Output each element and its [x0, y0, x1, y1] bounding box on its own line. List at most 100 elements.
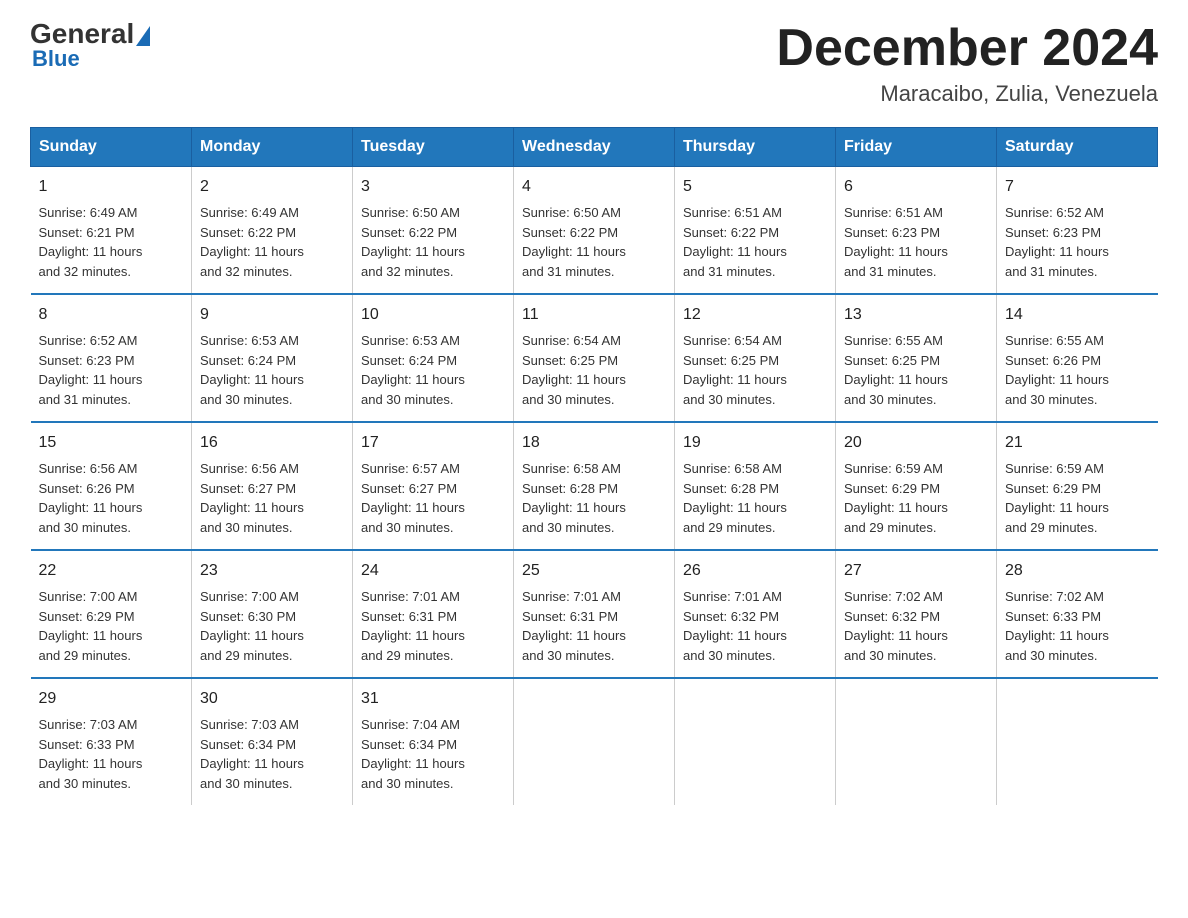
column-header-monday: Monday — [192, 128, 353, 167]
day-cell: 5 Sunrise: 6:51 AMSunset: 6:22 PMDayligh… — [675, 167, 836, 295]
day-info: Sunrise: 7:02 AMSunset: 6:33 PMDaylight:… — [1005, 589, 1109, 663]
day-cell: 20 Sunrise: 6:59 AMSunset: 6:29 PMDaylig… — [836, 422, 997, 550]
day-number: 16 — [200, 431, 344, 455]
day-cell: 8 Sunrise: 6:52 AMSunset: 6:23 PMDayligh… — [31, 294, 192, 422]
day-number: 8 — [39, 303, 184, 327]
day-number: 5 — [683, 175, 827, 199]
day-cell: 4 Sunrise: 6:50 AMSunset: 6:22 PMDayligh… — [514, 167, 675, 295]
day-cell: 22 Sunrise: 7:00 AMSunset: 6:29 PMDaylig… — [31, 550, 192, 678]
column-header-friday: Friday — [836, 128, 997, 167]
day-cell: 17 Sunrise: 6:57 AMSunset: 6:27 PMDaylig… — [353, 422, 514, 550]
day-number: 21 — [1005, 431, 1150, 455]
day-number: 29 — [39, 687, 184, 711]
day-info: Sunrise: 6:58 AMSunset: 6:28 PMDaylight:… — [683, 461, 787, 535]
week-row-1: 1 Sunrise: 6:49 AMSunset: 6:21 PMDayligh… — [31, 167, 1158, 295]
day-cell: 23 Sunrise: 7:00 AMSunset: 6:30 PMDaylig… — [192, 550, 353, 678]
day-info: Sunrise: 7:01 AMSunset: 6:32 PMDaylight:… — [683, 589, 787, 663]
day-number: 20 — [844, 431, 988, 455]
day-info: Sunrise: 7:00 AMSunset: 6:29 PMDaylight:… — [39, 589, 143, 663]
day-cell: 1 Sunrise: 6:49 AMSunset: 6:21 PMDayligh… — [31, 167, 192, 295]
day-cell: 11 Sunrise: 6:54 AMSunset: 6:25 PMDaylig… — [514, 294, 675, 422]
day-number: 27 — [844, 559, 988, 583]
day-number: 13 — [844, 303, 988, 327]
day-number: 28 — [1005, 559, 1150, 583]
page-header: General Blue December 2024 Maracaibo, Zu… — [30, 20, 1158, 107]
day-cell: 2 Sunrise: 6:49 AMSunset: 6:22 PMDayligh… — [192, 167, 353, 295]
calendar-table: SundayMondayTuesdayWednesdayThursdayFrid… — [30, 127, 1158, 805]
day-number: 4 — [522, 175, 666, 199]
day-cell: 10 Sunrise: 6:53 AMSunset: 6:24 PMDaylig… — [353, 294, 514, 422]
week-row-4: 22 Sunrise: 7:00 AMSunset: 6:29 PMDaylig… — [31, 550, 1158, 678]
day-cell: 31 Sunrise: 7:04 AMSunset: 6:34 PMDaylig… — [353, 678, 514, 805]
day-cell — [997, 678, 1158, 805]
day-cell — [514, 678, 675, 805]
logo-blue: Blue — [32, 46, 80, 72]
day-info: Sunrise: 6:53 AMSunset: 6:24 PMDaylight:… — [361, 333, 465, 407]
day-cell: 29 Sunrise: 7:03 AMSunset: 6:33 PMDaylig… — [31, 678, 192, 805]
day-cell: 27 Sunrise: 7:02 AMSunset: 6:32 PMDaylig… — [836, 550, 997, 678]
day-number: 2 — [200, 175, 344, 199]
column-header-wednesday: Wednesday — [514, 128, 675, 167]
day-number: 3 — [361, 175, 505, 199]
day-cell: 21 Sunrise: 6:59 AMSunset: 6:29 PMDaylig… — [997, 422, 1158, 550]
day-info: Sunrise: 6:52 AMSunset: 6:23 PMDaylight:… — [1005, 205, 1109, 279]
day-info: Sunrise: 6:50 AMSunset: 6:22 PMDaylight:… — [522, 205, 626, 279]
title-block: December 2024 Maracaibo, Zulia, Venezuel… — [776, 20, 1158, 107]
day-info: Sunrise: 6:59 AMSunset: 6:29 PMDaylight:… — [1005, 461, 1109, 535]
day-info: Sunrise: 6:51 AMSunset: 6:22 PMDaylight:… — [683, 205, 787, 279]
day-number: 30 — [200, 687, 344, 711]
day-info: Sunrise: 7:01 AMSunset: 6:31 PMDaylight:… — [522, 589, 626, 663]
day-info: Sunrise: 7:03 AMSunset: 6:34 PMDaylight:… — [200, 717, 304, 791]
day-info: Sunrise: 6:57 AMSunset: 6:27 PMDaylight:… — [361, 461, 465, 535]
day-number: 25 — [522, 559, 666, 583]
day-number: 9 — [200, 303, 344, 327]
week-row-3: 15 Sunrise: 6:56 AMSunset: 6:26 PMDaylig… — [31, 422, 1158, 550]
day-info: Sunrise: 6:50 AMSunset: 6:22 PMDaylight:… — [361, 205, 465, 279]
day-info: Sunrise: 7:01 AMSunset: 6:31 PMDaylight:… — [361, 589, 465, 663]
calendar-title: December 2024 — [776, 20, 1158, 77]
day-cell: 9 Sunrise: 6:53 AMSunset: 6:24 PMDayligh… — [192, 294, 353, 422]
day-info: Sunrise: 6:55 AMSunset: 6:25 PMDaylight:… — [844, 333, 948, 407]
day-number: 24 — [361, 559, 505, 583]
day-info: Sunrise: 6:56 AMSunset: 6:27 PMDaylight:… — [200, 461, 304, 535]
day-info: Sunrise: 6:49 AMSunset: 6:21 PMDaylight:… — [39, 205, 143, 279]
day-number: 12 — [683, 303, 827, 327]
day-info: Sunrise: 6:55 AMSunset: 6:26 PMDaylight:… — [1005, 333, 1109, 407]
day-number: 6 — [844, 175, 988, 199]
day-number: 1 — [39, 175, 184, 199]
day-cell: 12 Sunrise: 6:54 AMSunset: 6:25 PMDaylig… — [675, 294, 836, 422]
day-info: Sunrise: 7:02 AMSunset: 6:32 PMDaylight:… — [844, 589, 948, 663]
day-cell: 28 Sunrise: 7:02 AMSunset: 6:33 PMDaylig… — [997, 550, 1158, 678]
day-info: Sunrise: 6:54 AMSunset: 6:25 PMDaylight:… — [522, 333, 626, 407]
day-cell — [675, 678, 836, 805]
calendar-location: Maracaibo, Zulia, Venezuela — [776, 81, 1158, 107]
day-info: Sunrise: 6:59 AMSunset: 6:29 PMDaylight:… — [844, 461, 948, 535]
day-number: 15 — [39, 431, 184, 455]
day-info: Sunrise: 6:49 AMSunset: 6:22 PMDaylight:… — [200, 205, 304, 279]
day-number: 10 — [361, 303, 505, 327]
day-number: 31 — [361, 687, 505, 711]
day-number: 7 — [1005, 175, 1150, 199]
day-number: 17 — [361, 431, 505, 455]
column-header-saturday: Saturday — [997, 128, 1158, 167]
day-cell: 15 Sunrise: 6:56 AMSunset: 6:26 PMDaylig… — [31, 422, 192, 550]
day-info: Sunrise: 7:00 AMSunset: 6:30 PMDaylight:… — [200, 589, 304, 663]
day-number: 11 — [522, 303, 666, 327]
column-header-sunday: Sunday — [31, 128, 192, 167]
day-cell: 3 Sunrise: 6:50 AMSunset: 6:22 PMDayligh… — [353, 167, 514, 295]
column-header-thursday: Thursday — [675, 128, 836, 167]
week-row-2: 8 Sunrise: 6:52 AMSunset: 6:23 PMDayligh… — [31, 294, 1158, 422]
day-info: Sunrise: 6:58 AMSunset: 6:28 PMDaylight:… — [522, 461, 626, 535]
day-number: 14 — [1005, 303, 1150, 327]
logo-text: General — [30, 20, 150, 48]
header-row: SundayMondayTuesdayWednesdayThursdayFrid… — [31, 128, 1158, 167]
day-cell: 30 Sunrise: 7:03 AMSunset: 6:34 PMDaylig… — [192, 678, 353, 805]
day-cell: 14 Sunrise: 6:55 AMSunset: 6:26 PMDaylig… — [997, 294, 1158, 422]
day-cell: 6 Sunrise: 6:51 AMSunset: 6:23 PMDayligh… — [836, 167, 997, 295]
day-info: Sunrise: 7:03 AMSunset: 6:33 PMDaylight:… — [39, 717, 143, 791]
day-info: Sunrise: 6:54 AMSunset: 6:25 PMDaylight:… — [683, 333, 787, 407]
day-info: Sunrise: 6:56 AMSunset: 6:26 PMDaylight:… — [39, 461, 143, 535]
day-info: Sunrise: 7:04 AMSunset: 6:34 PMDaylight:… — [361, 717, 465, 791]
day-cell — [836, 678, 997, 805]
day-number: 26 — [683, 559, 827, 583]
